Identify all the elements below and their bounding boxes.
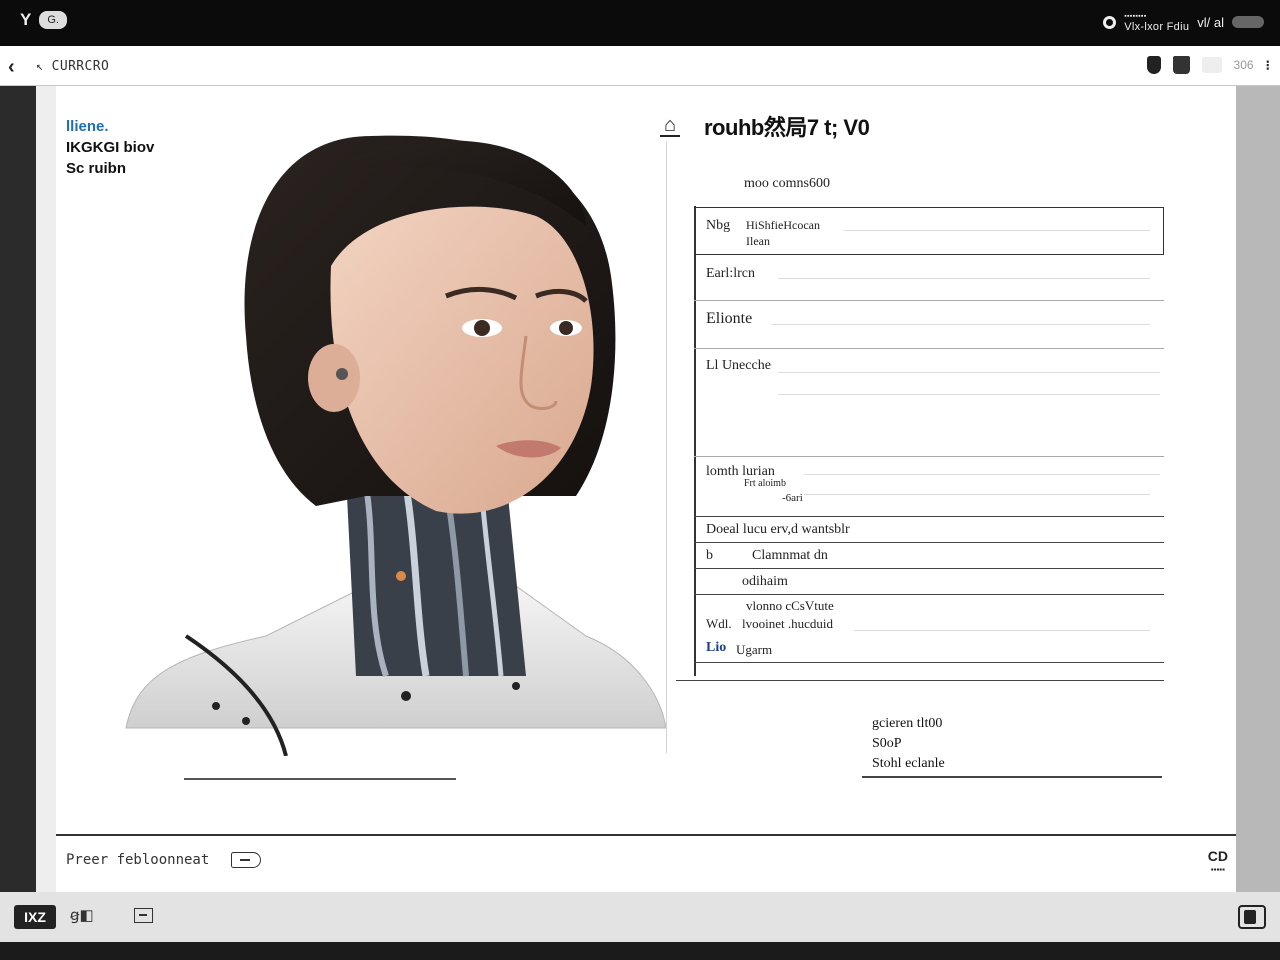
row9-value-top: vlonno cCsVtute <box>746 598 834 613</box>
row-divider <box>694 300 1164 301</box>
carrier-text: Vlx-lxor Fdiu <box>1124 21 1190 33</box>
row-divider <box>694 516 1164 517</box>
status-pill[interactable]: G. <box>39 11 67 29</box>
row-divider <box>694 594 1164 595</box>
field-guide <box>778 394 1160 395</box>
battery-icon <box>1232 16 1264 28</box>
signal-text: vl/ al <box>1197 14 1224 30</box>
bottom-toolbar: IXZ ꞡ◧ <box>0 892 1280 942</box>
stamp-icon: ⌂ <box>660 115 680 137</box>
row7-label: b <box>706 548 713 563</box>
column-divider <box>666 141 667 753</box>
signature-line-1: gcieren tlt00 <box>872 716 943 731</box>
trash-icon[interactable] <box>1172 56 1190 74</box>
toolbar-dual-button[interactable]: ꞡ◧ <box>70 906 94 924</box>
left-rail <box>0 86 36 892</box>
status-left-label: Y <box>20 10 32 29</box>
field-guide <box>854 630 1150 631</box>
collapse-icon: ↖ <box>36 59 44 73</box>
name-label: Nbg <box>706 218 731 233</box>
share-icon[interactable] <box>1238 905 1266 929</box>
field-guide <box>778 278 1150 279</box>
row9-label: Wdl. <box>706 616 732 631</box>
breadcrumb-text: CURRCRO <box>51 59 110 74</box>
row5-sub-1: Frt aloimb <box>744 478 786 489</box>
tab-placeholder-icon[interactable] <box>1201 57 1222 73</box>
row3-label: Elionte <box>706 310 753 327</box>
panel-header: ⌂ rouhb然局7 t; V0 <box>660 110 870 142</box>
carrier-label: ▪▪▪▪▪▪▪▪ Vlx-lxor Fdiu <box>1124 12 1190 33</box>
row-divider <box>694 348 1164 349</box>
status-bar: Y G. ▪▪▪▪▪▪▪▪ Vlx-lxor Fdiu vl/ al <box>0 0 1280 46</box>
document-page: lliene. IKGKGI biov Sc ruibn ⌂ rouhb然局7 … <box>56 86 1236 892</box>
form-bottom-rule <box>676 680 1164 681</box>
back-arrow-icon[interactable]: ‹ <box>8 56 15 79</box>
name-value-2: Ilean <box>746 234 770 248</box>
row8-value: odihaim <box>742 574 788 589</box>
row-divider <box>694 456 1164 457</box>
row4-label: Ll Unecche <box>706 358 771 373</box>
field-guide <box>772 324 1150 325</box>
panel-title: rouhb然局7 t; V0 <box>704 115 870 140</box>
row10-label: Lio <box>706 640 727 655</box>
browser-bar: ‹ ↖ CURRCRO 306 ⁝ <box>0 46 1280 86</box>
row10-value: Ugarm <box>736 642 773 657</box>
record-icon <box>1103 15 1117 29</box>
row-divider <box>694 662 1164 663</box>
document-footer-mark: CD ▪▪▪▪▪ <box>1207 848 1228 876</box>
footer-mark-small: ▪▪▪▪▪ <box>1210 865 1225 874</box>
page-counter: 306 <box>1233 58 1254 72</box>
footer-label[interactable]: Preer febloonneat <box>66 852 209 868</box>
portrait-image <box>125 135 667 756</box>
signature-line-3: Stohl eclanle <box>872 756 945 771</box>
page-shadow <box>36 86 56 892</box>
document-footer: Preer febloonneat <box>66 852 262 868</box>
tag-icon[interactable] <box>231 852 262 868</box>
browser-actions: 306 ⁝ <box>1146 56 1270 74</box>
home-indicator-strip <box>0 942 1280 960</box>
document-bottom-rule <box>56 834 1236 836</box>
signature-line-2: S0oP <box>872 736 902 751</box>
row7-value: Clamnmat dn <box>752 548 828 563</box>
form-caption: moo comns600 <box>744 176 830 191</box>
field-guide <box>804 494 1150 495</box>
row6-label: Doeal lucu erv,d wantsblr <box>706 522 850 537</box>
name-value-1: HiShfieHcocan <box>746 218 820 232</box>
signature-rule <box>862 776 1162 778</box>
status-left: Y G. <box>20 10 67 30</box>
shield-icon[interactable] <box>1146 56 1161 74</box>
toolbar-active-button[interactable]: IXZ <box>14 905 56 929</box>
row-divider <box>694 568 1164 569</box>
row5-sub-2: -6ari <box>782 492 803 504</box>
signature-block: gcieren tlt00 S0oP Stohl eclanle <box>872 714 945 774</box>
screen-icon[interactable] <box>134 908 153 923</box>
field-guide <box>804 474 1160 475</box>
row-divider <box>694 542 1164 543</box>
field-guide <box>778 372 1160 373</box>
row2-label: Earl:lrcn <box>706 266 755 281</box>
right-rail <box>1236 86 1280 892</box>
field-guide <box>844 230 1150 231</box>
more-icon[interactable]: ⁝ <box>1266 57 1270 74</box>
footer-mark-text: CD <box>1207 848 1228 864</box>
row9-value: lvooinet .hucduid <box>742 616 833 631</box>
breadcrumb[interactable]: ↖ CURRCRO <box>36 59 109 74</box>
portrait-underline <box>184 778 456 780</box>
status-right: ▪▪▪▪▪▪▪▪ Vlx-lxor Fdiu vl/ al <box>1103 12 1264 33</box>
